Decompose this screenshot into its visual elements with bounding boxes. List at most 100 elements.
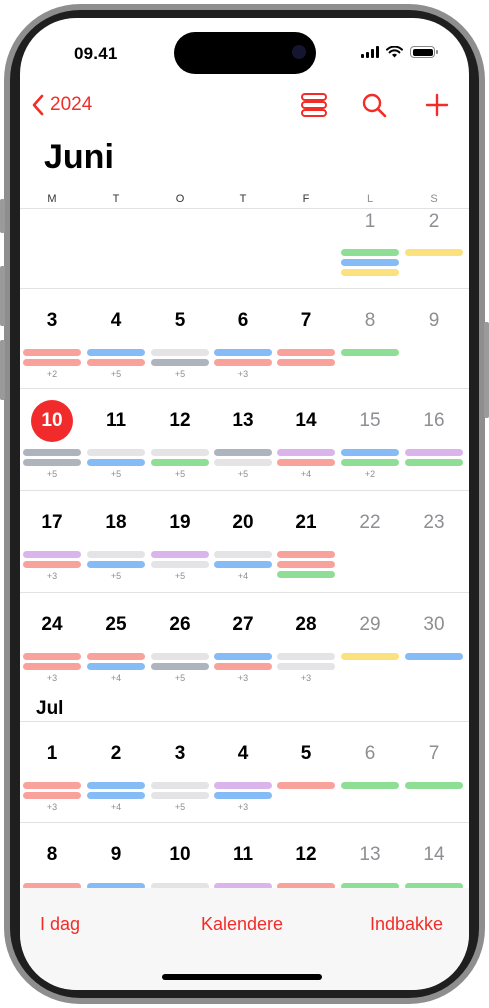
event-bar[interactable]: [214, 653, 272, 660]
event-bar[interactable]: [405, 449, 463, 456]
event-bar[interactable]: [277, 561, 335, 568]
day-cell[interactable]: 12: [158, 410, 202, 432]
day-cell[interactable]: 1: [348, 211, 392, 233]
event-bar[interactable]: [151, 561, 209, 568]
list-view-icon[interactable]: [300, 92, 328, 118]
day-cell[interactable]: 11: [94, 410, 138, 432]
day-cell[interactable]: 2: [94, 743, 138, 765]
event-bar[interactable]: [87, 792, 145, 799]
event-bar[interactable]: [277, 653, 335, 660]
event-bar[interactable]: [405, 249, 463, 256]
event-bar[interactable]: [87, 782, 145, 789]
day-cell[interactable]: 3: [30, 310, 74, 332]
event-bar[interactable]: [23, 782, 81, 789]
event-bar[interactable]: [23, 792, 81, 799]
add-icon[interactable]: [425, 92, 449, 118]
event-bar[interactable]: [277, 782, 335, 789]
event-bar[interactable]: [23, 663, 81, 670]
day-cell[interactable]: 2: [412, 211, 456, 233]
day-cell[interactable]: 19: [158, 512, 202, 534]
event-bar[interactable]: [277, 359, 335, 366]
day-cell[interactable]: 9: [94, 844, 138, 866]
event-bar[interactable]: [151, 663, 209, 670]
day-cell[interactable]: 3: [158, 743, 202, 765]
day-cell[interactable]: 14: [284, 410, 328, 432]
event-bar[interactable]: [23, 449, 81, 456]
day-cell[interactable]: 10: [30, 410, 74, 432]
event-bar[interactable]: [87, 349, 145, 356]
event-bar[interactable]: [87, 359, 145, 366]
event-bar[interactable]: [23, 359, 81, 366]
day-cell[interactable]: 5: [284, 743, 328, 765]
day-cell[interactable]: 17: [30, 512, 74, 534]
day-cell[interactable]: 22: [348, 512, 392, 534]
day-cell[interactable]: 11: [221, 844, 265, 866]
day-cell[interactable]: 23: [412, 512, 456, 534]
event-bar[interactable]: [277, 551, 335, 558]
back-to-year-button[interactable]: 2024: [32, 94, 92, 116]
event-bar[interactable]: [87, 449, 145, 456]
day-cell[interactable]: 12: [284, 844, 328, 866]
event-bar[interactable]: [277, 663, 335, 670]
event-bar[interactable]: [151, 782, 209, 789]
event-bar[interactable]: [23, 349, 81, 356]
event-bar[interactable]: [151, 792, 209, 799]
day-cell[interactable]: 27: [221, 614, 265, 636]
day-cell[interactable]: 28: [284, 614, 328, 636]
event-bar[interactable]: [23, 551, 81, 558]
day-cell[interactable]: 13: [348, 844, 392, 866]
event-bar[interactable]: [151, 653, 209, 660]
event-bar[interactable]: [23, 459, 81, 466]
day-cell[interactable]: 8: [30, 844, 74, 866]
day-cell[interactable]: 30: [412, 614, 456, 636]
event-bar[interactable]: [214, 551, 272, 558]
day-cell[interactable]: 6: [348, 743, 392, 765]
event-bar[interactable]: [214, 459, 272, 466]
day-cell[interactable]: 5: [158, 310, 202, 332]
event-bar[interactable]: [341, 459, 399, 466]
event-bar[interactable]: [151, 349, 209, 356]
event-bar[interactable]: [23, 561, 81, 568]
event-bar[interactable]: [277, 349, 335, 356]
event-bar[interactable]: [405, 653, 463, 660]
event-bar[interactable]: [214, 561, 272, 568]
event-bar[interactable]: [214, 792, 272, 799]
event-bar[interactable]: [277, 449, 335, 456]
day-cell[interactable]: 9: [412, 310, 456, 332]
event-bar[interactable]: [87, 551, 145, 558]
event-bar[interactable]: [214, 449, 272, 456]
event-bar[interactable]: [151, 459, 209, 466]
event-bar[interactable]: [341, 259, 399, 266]
day-cell[interactable]: 24: [30, 614, 74, 636]
event-bar[interactable]: [214, 359, 272, 366]
calendars-button[interactable]: Kalendere: [201, 914, 283, 935]
event-bar[interactable]: [23, 653, 81, 660]
day-cell[interactable]: 4: [94, 310, 138, 332]
day-cell[interactable]: 14: [412, 844, 456, 866]
event-bar[interactable]: [341, 269, 399, 276]
day-cell[interactable]: 7: [284, 310, 328, 332]
event-bar[interactable]: [214, 349, 272, 356]
event-bar[interactable]: [405, 782, 463, 789]
event-bar[interactable]: [87, 653, 145, 660]
event-bar[interactable]: [341, 249, 399, 256]
search-icon[interactable]: [361, 92, 387, 118]
day-cell[interactable]: 21: [284, 512, 328, 534]
day-cell[interactable]: 25: [94, 614, 138, 636]
event-bar[interactable]: [87, 663, 145, 670]
event-bar[interactable]: [341, 782, 399, 789]
event-bar[interactable]: [151, 449, 209, 456]
event-bar[interactable]: [277, 459, 335, 466]
day-cell[interactable]: 20: [221, 512, 265, 534]
day-cell[interactable]: 16: [412, 410, 456, 432]
event-bar[interactable]: [151, 551, 209, 558]
day-cell[interactable]: 7: [412, 743, 456, 765]
day-cell[interactable]: 6: [221, 310, 265, 332]
day-cell[interactable]: 10: [158, 844, 202, 866]
day-cell[interactable]: 1: [30, 743, 74, 765]
event-bar[interactable]: [277, 571, 335, 578]
day-cell[interactable]: 13: [221, 410, 265, 432]
day-cell[interactable]: 26: [158, 614, 202, 636]
day-cell[interactable]: 8: [348, 310, 392, 332]
event-bar[interactable]: [341, 653, 399, 660]
